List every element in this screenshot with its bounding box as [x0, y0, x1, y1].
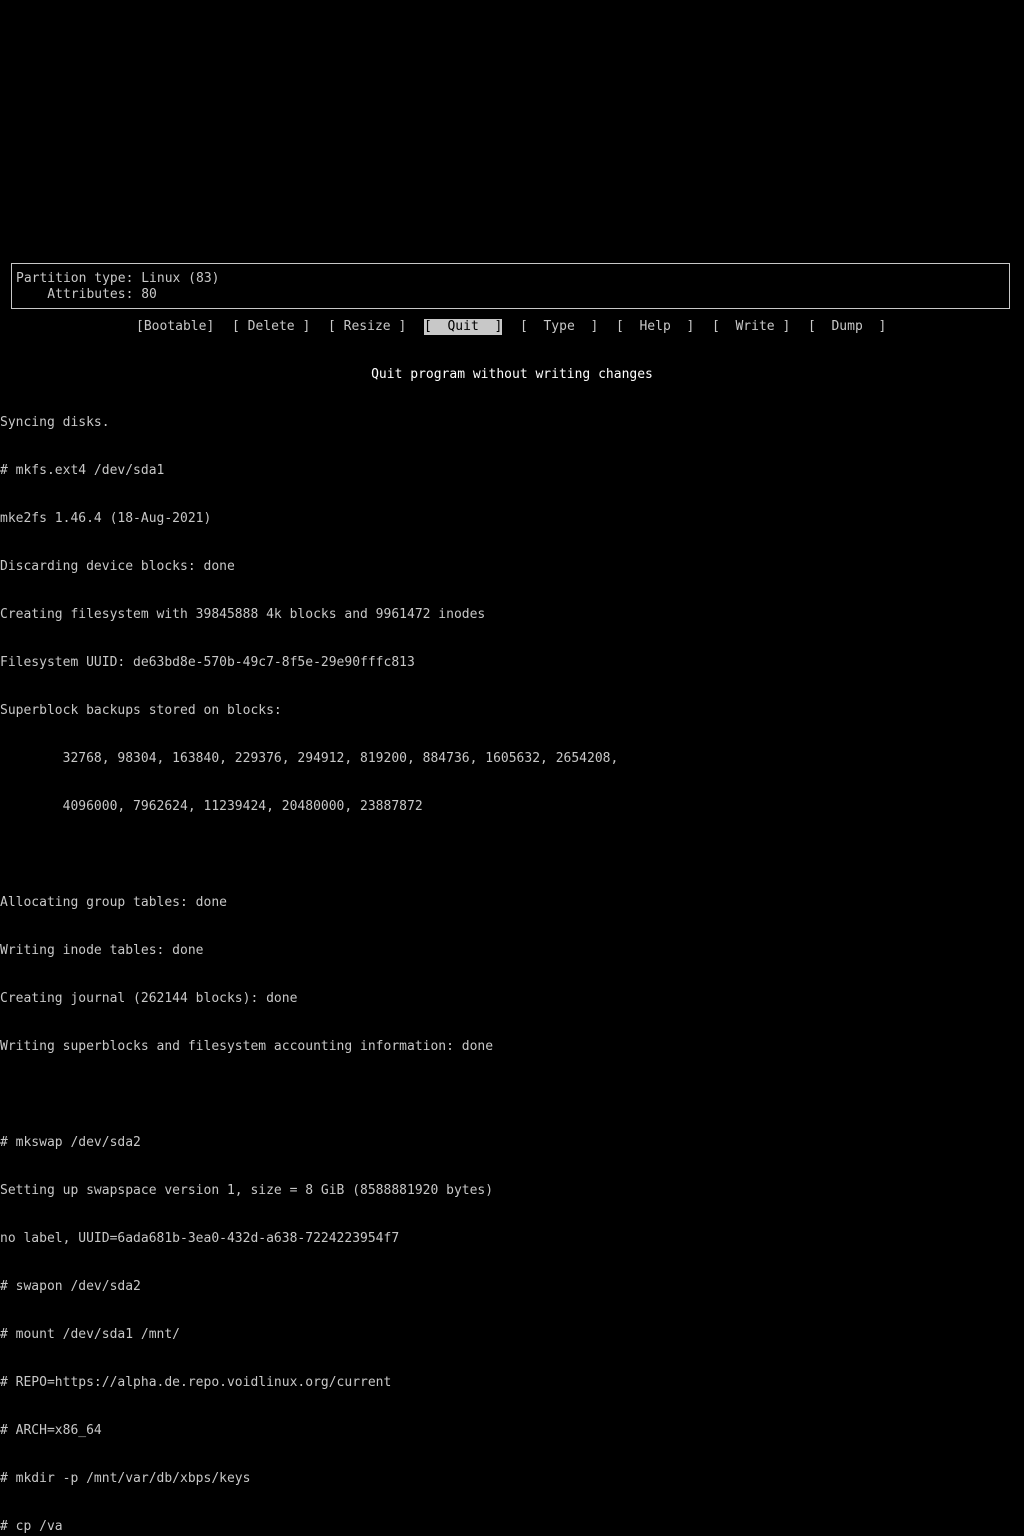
terminal-line: Setting up swapspace version 1, size = 8… — [0, 1183, 494, 1198]
dump-button[interactable]: [ Dump ] — [808, 319, 886, 335]
type-button[interactable]: [ Type ] — [520, 319, 598, 335]
terminal-output: Syncing disks. # mkfs.ext4 /dev/sda1 mke… — [0, 383, 1024, 1536]
terminal-line: no label, UUID=6ada681b-3ea0-432d-a638-7… — [0, 1231, 400, 1246]
bootable-button[interactable]: [Bootable] — [136, 319, 214, 335]
partition-info-box: Partition type: Linux (83) Attributes: 8… — [11, 263, 1010, 309]
terminal-line: Syncing disks. — [0, 415, 110, 430]
terminal-line: # swapon /dev/sda2 — [0, 1279, 141, 1294]
help-button[interactable]: [ Help ] — [616, 319, 694, 335]
terminal-line: # mount /dev/sda1 /mnt/ — [0, 1327, 181, 1342]
terminal-line: Writing inode tables: done — [0, 943, 204, 958]
delete-button[interactable]: [ Delete ] — [232, 319, 310, 335]
terminal-line: # mkfs.ext4 /dev/sda1 — [0, 463, 165, 478]
terminal-line: Superblock backups stored on blocks: — [0, 703, 282, 718]
quit-button[interactable]: [ Quit ] — [424, 319, 503, 335]
cfdisk-menu-bar: [Bootable] [ Delete ] [ Resize ] [ Quit … — [0, 319, 1024, 335]
partition-type-text: Partition type: Linux (83) — [16, 271, 220, 286]
terminal-line: # REPO=https://alpha.de.repo.voidlinux.o… — [0, 1375, 392, 1390]
terminal-line: # mkswap /dev/sda2 — [0, 1135, 141, 1150]
terminal-line: Allocating group tables: done — [0, 895, 227, 910]
terminal-line: Discarding device blocks: done — [0, 559, 235, 574]
terminal-line: Filesystem UUID: de63bd8e-570b-49c7-8f5e… — [0, 655, 415, 670]
terminal-line: # cp /va — [0, 1519, 63, 1534]
terminal-line: # mkdir -p /mnt/var/db/xbps/keys — [0, 1471, 251, 1486]
terminal-line: Creating filesystem with 39845888 4k blo… — [0, 607, 486, 622]
terminal-line: mke2fs 1.46.4 (18-Aug-2021) — [0, 511, 212, 526]
partition-attributes-text: Attributes: 80 — [16, 287, 157, 302]
terminal-line: 32768, 98304, 163840, 229376, 294912, 81… — [0, 751, 619, 766]
resize-button[interactable]: [ Resize ] — [328, 319, 406, 335]
terminal-line: # ARCH=x86_64 — [0, 1423, 102, 1438]
terminal-line: 4096000, 7962624, 11239424, 20480000, 23… — [0, 799, 423, 814]
write-button[interactable]: [ Write ] — [712, 319, 790, 335]
terminal-screen: Partition type: Linux (83) Attributes: 8… — [0, 0, 1024, 1534]
terminal-line: Creating journal (262144 blocks): done — [0, 991, 298, 1006]
terminal-line: Writing superblocks and filesystem accou… — [0, 1039, 494, 1054]
menu-hint-text: Quit program without writing changes — [371, 367, 653, 382]
